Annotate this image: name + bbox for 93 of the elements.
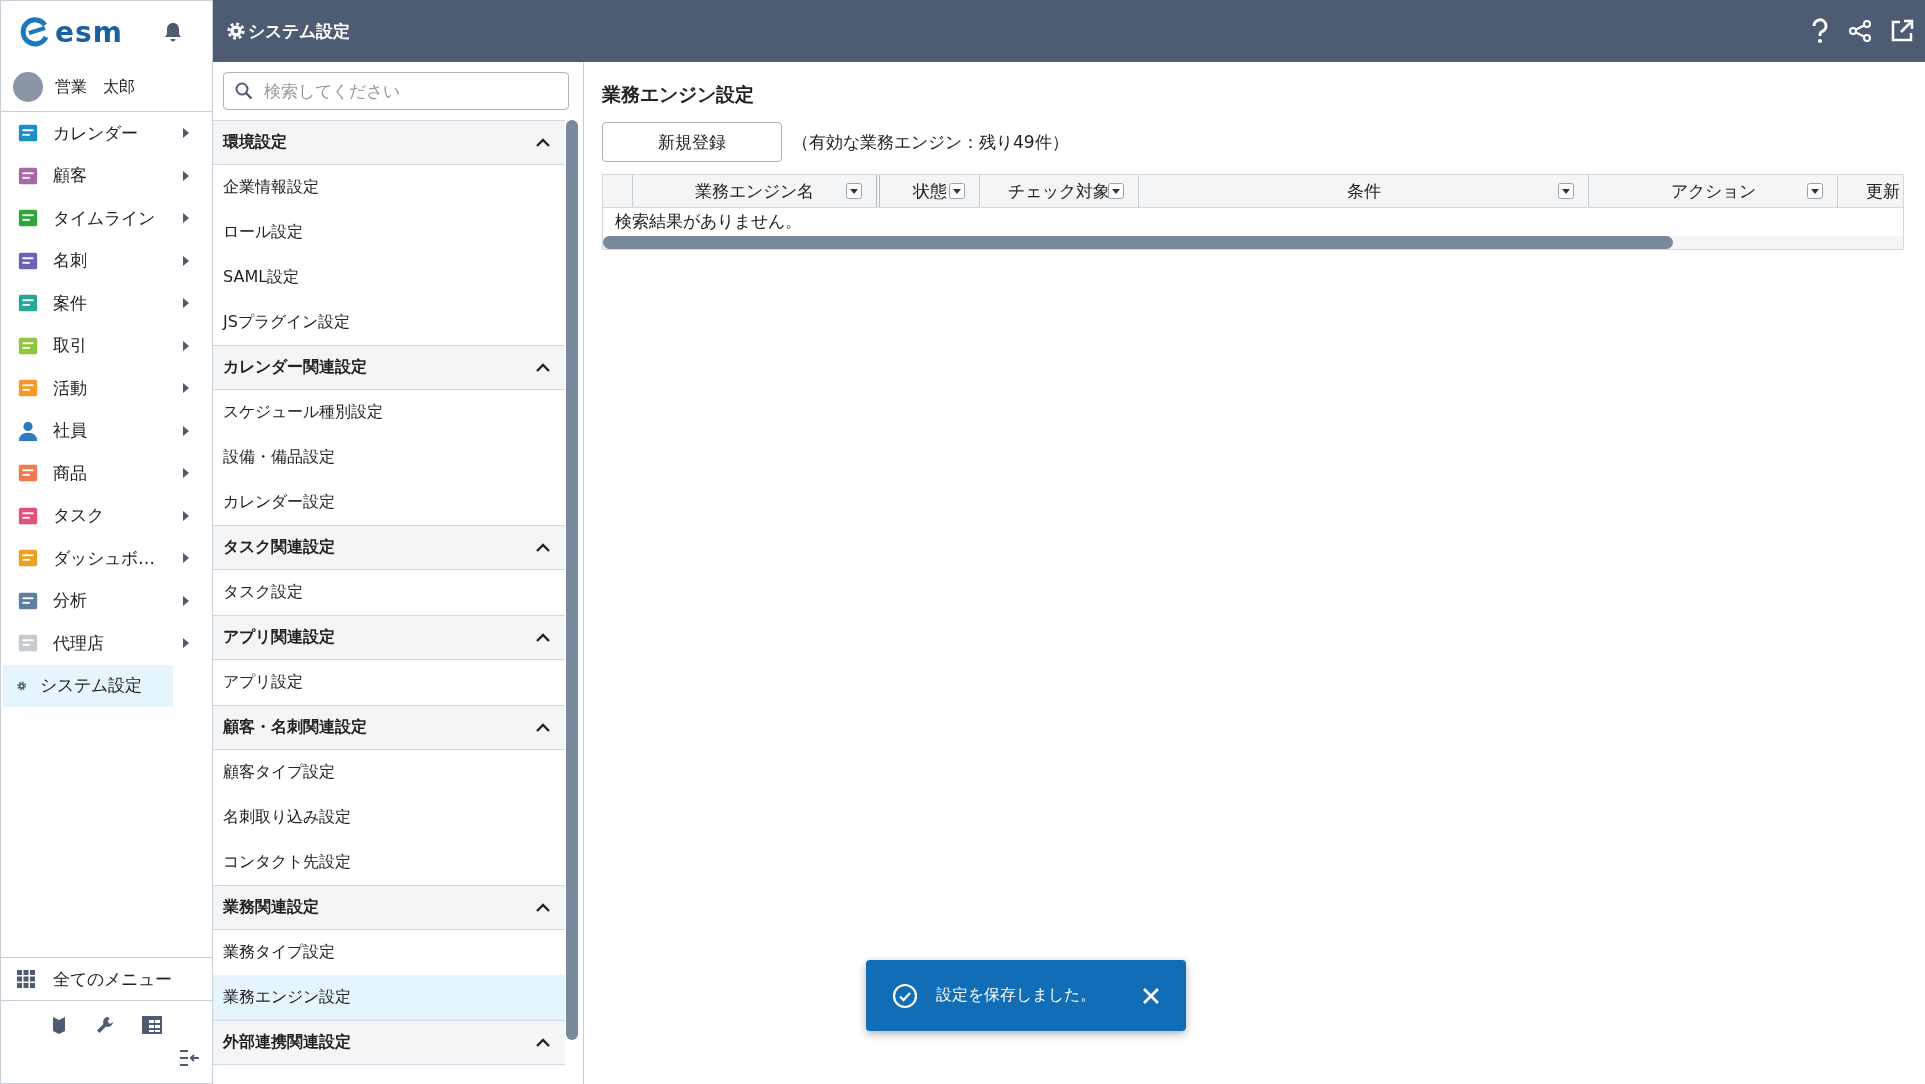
chevron-icon [535, 632, 551, 643]
caret-icon [183, 425, 189, 436]
nav-item[interactable]: 顧客 [3, 154, 203, 197]
settings-item[interactable]: SAML設定 [213, 255, 565, 300]
settings-item[interactable]: 業務エンジン設定 [213, 975, 565, 1020]
section-header[interactable]: 顧客・名刺関連設定 [213, 705, 565, 750]
section-header[interactable]: アプリ関連設定 [213, 615, 565, 660]
section-header[interactable]: 外部連携関連設定 [213, 1020, 565, 1065]
nav-item[interactable]: タイムライン [3, 197, 203, 240]
settings-item[interactable]: 企業情報設定 [213, 165, 565, 210]
caret-icon [183, 255, 189, 266]
column-header[interactable]: アクション [1670, 179, 1756, 203]
user-name: 営業 太郎 [55, 76, 135, 98]
dropdown-icon[interactable] [1558, 183, 1574, 199]
nav-item[interactable]: 取引 [3, 324, 203, 367]
caret-icon [183, 553, 189, 564]
remaining-count-text: （有効な業務エンジン：残り49件） [792, 130, 1069, 154]
nav-item[interactable]: 活動 [3, 367, 203, 410]
nav-item[interactable]: 社員 [3, 409, 203, 452]
settings-item[interactable]: スケジュール種別設定 [213, 390, 565, 435]
table-icon[interactable] [141, 1016, 162, 1034]
esm-logo[interactable]: esm [19, 15, 123, 49]
settings-item[interactable]: タスク設定 [213, 570, 565, 615]
caret-icon [183, 468, 189, 479]
dropdown-icon[interactable] [1807, 183, 1823, 199]
chevron-icon [535, 722, 551, 733]
nav-item[interactable]: 案件 [3, 282, 203, 325]
dropdown-icon[interactable] [846, 183, 862, 199]
empty-message: 検索結果がありません。 [614, 210, 803, 233]
search-field[interactable]: 検索してください [223, 72, 569, 110]
column-header[interactable]: チェック対象 [1008, 179, 1110, 203]
nav-item[interactable]: 商品 [3, 452, 203, 495]
nav-item[interactable]: タスク [3, 494, 203, 537]
settings-item[interactable]: 設備・備品設定 [213, 435, 565, 480]
settings-item[interactable]: JSプラグイン設定 [213, 300, 565, 345]
section-header[interactable]: タスク関連設定 [213, 525, 565, 570]
column-header[interactable]: 状態 [912, 179, 947, 203]
section-header[interactable]: カレンダー関連設定 [213, 345, 565, 390]
dropdown-icon[interactable] [949, 183, 965, 199]
caret-icon [183, 298, 189, 309]
caret-icon [183, 128, 189, 139]
bell-icon[interactable] [164, 22, 182, 42]
scrollbar-thumb[interactable] [603, 236, 1673, 249]
gear-icon [227, 22, 245, 40]
section-header[interactable]: 環境設定 [213, 120, 565, 165]
settings-item[interactable]: アプリ設定 [213, 660, 565, 705]
settings-item[interactable]: ロール設定 [213, 210, 565, 255]
chevron-icon [535, 362, 551, 373]
new-register-button[interactable]: 新規登録 [602, 122, 782, 162]
caret-icon [183, 638, 189, 649]
help-icon[interactable] [1810, 18, 1830, 44]
section-header[interactable]: 業務関連設定 [213, 885, 565, 930]
nav-item[interactable]: 分析 [3, 579, 203, 622]
wrench-icon[interactable] [95, 1016, 114, 1034]
nav-item[interactable]: 代理店 [3, 622, 203, 665]
nav-item[interactable]: システム設定 [3, 664, 173, 707]
chevron-icon [535, 137, 551, 148]
settings-item[interactable]: カレンダー設定 [213, 480, 565, 525]
person-icon [17, 419, 39, 442]
bookmark-icon[interactable] [51, 1015, 68, 1035]
caret-icon [183, 213, 189, 224]
avatar[interactable] [13, 72, 43, 102]
settings-item[interactable]: 名刺取り込み設定 [213, 795, 565, 840]
settings-item[interactable]: 顧客タイプ設定 [213, 750, 565, 795]
toast-message: 設定を保存しました。 [936, 985, 1097, 1006]
settings-item[interactable]: コンタクト先設定 [213, 840, 565, 885]
caret-icon [183, 383, 189, 394]
share-icon[interactable] [1848, 19, 1872, 43]
dropdown-icon[interactable] [1108, 183, 1124, 199]
column-header[interactable]: 更新 [1865, 179, 1900, 203]
chevron-icon [535, 542, 551, 553]
scrollbar-thumb[interactable] [566, 120, 578, 1040]
external-link-icon[interactable] [1890, 19, 1914, 43]
page-title: システム設定 [248, 19, 350, 43]
caret-icon [183, 510, 189, 521]
nav-item[interactable]: 名刺 [3, 239, 203, 282]
close-icon[interactable] [1142, 986, 1160, 1005]
grid-icon [17, 970, 35, 988]
nav-item[interactable]: ダッシュボ… [3, 537, 203, 580]
collapse-menu-icon[interactable] [180, 1049, 200, 1067]
caret-icon [183, 170, 189, 181]
chevron-icon [535, 902, 551, 913]
chevron-icon [535, 1037, 551, 1048]
nav-item[interactable]: カレンダー [3, 112, 203, 155]
caret-icon [183, 340, 189, 351]
logo-mark-icon [19, 17, 49, 47]
all-menu-item[interactable]: 全てのメニュー [1, 957, 212, 1001]
column-header[interactable]: 条件 [1346, 179, 1381, 203]
section-title: 業務エンジン設定 [602, 82, 755, 107]
check-circle-icon [892, 982, 918, 1009]
settings-item[interactable]: 業務タイプ設定 [213, 930, 565, 975]
caret-icon [183, 595, 189, 606]
column-header[interactable]: 業務エンジン名 [695, 179, 814, 203]
